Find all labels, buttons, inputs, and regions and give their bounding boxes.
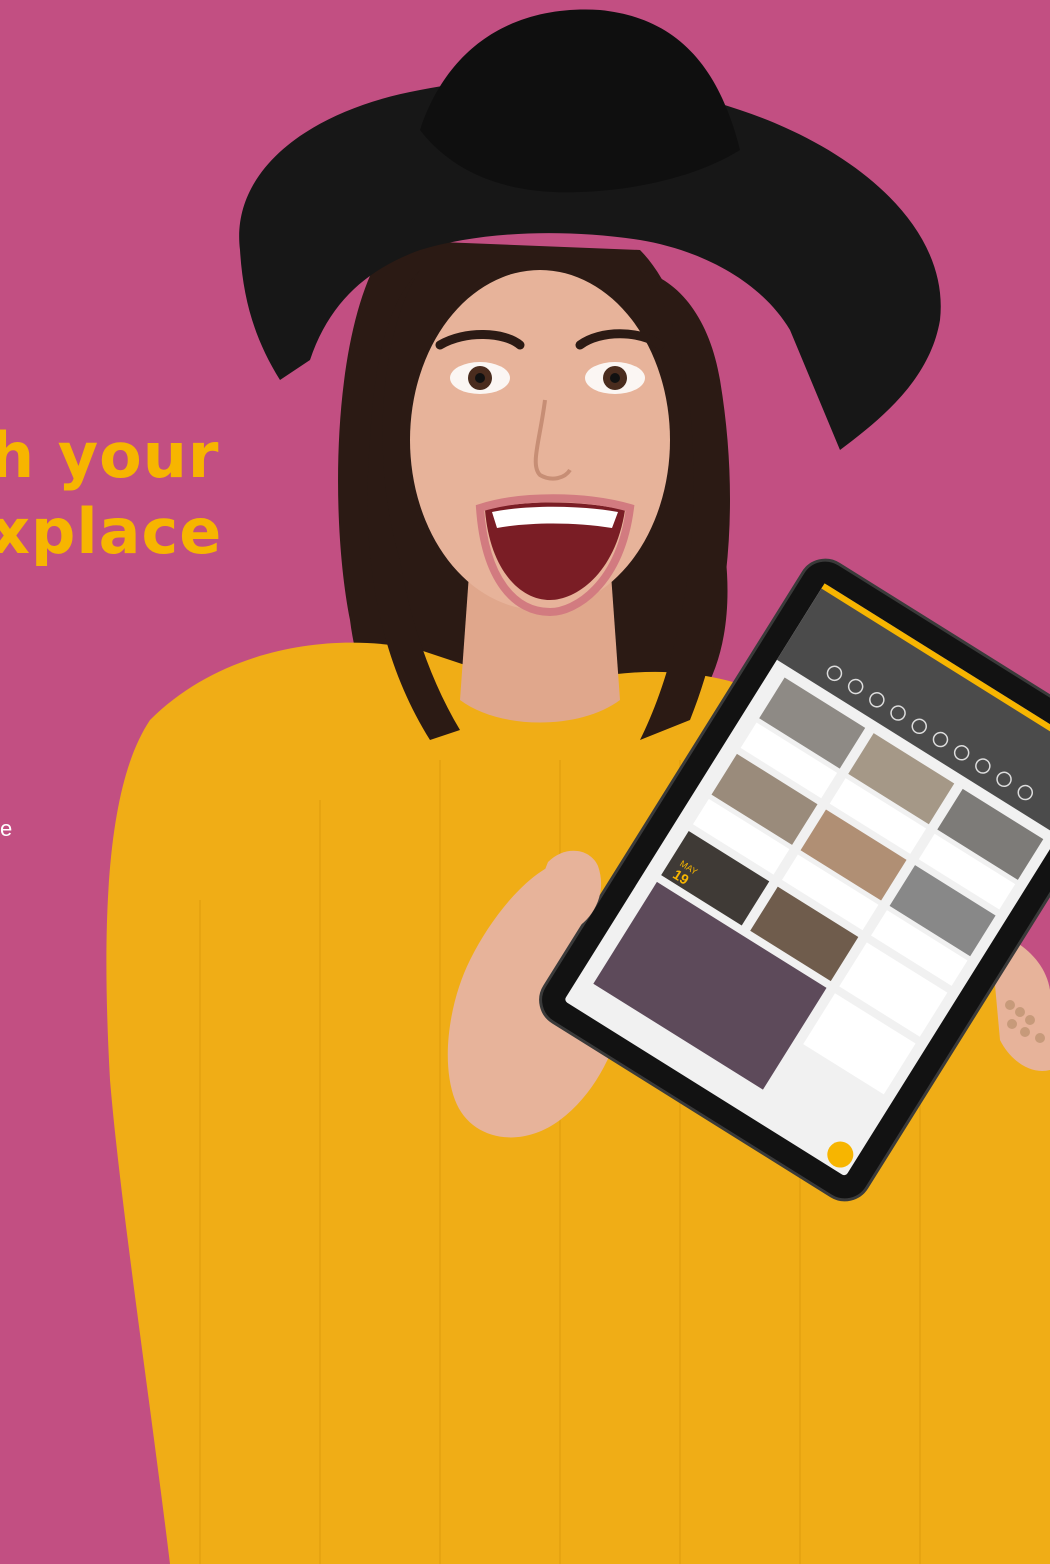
hat-crown xyxy=(420,9,740,193)
woman-illustration: MAY 19 xyxy=(106,9,1050,1564)
photo-scene: h your xplace e MAY 19 xyxy=(0,0,1050,1564)
